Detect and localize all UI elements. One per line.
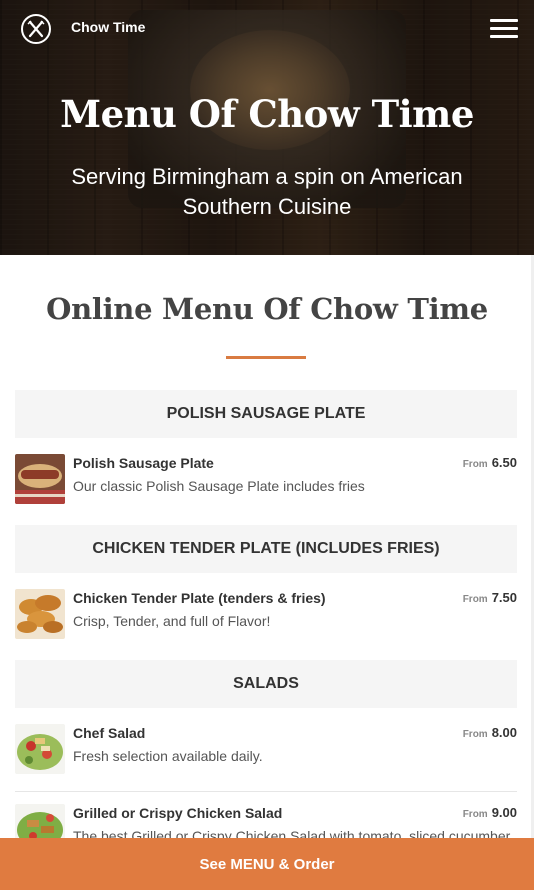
item-description: Our classic Polish Sausage Plate include… bbox=[73, 478, 365, 494]
accent-divider bbox=[226, 356, 306, 359]
category-header[interactable]: CHICKEN TENDER PLATE (INCLUDES FRIES) bbox=[15, 525, 517, 573]
hamburger-menu-icon[interactable] bbox=[490, 19, 518, 39]
price-from-label: From bbox=[462, 594, 488, 605]
item-thumbnail bbox=[15, 589, 65, 639]
item-name: Polish Sausage Plate bbox=[73, 455, 214, 471]
item-thumbnail bbox=[15, 724, 65, 774]
item-name: Chicken Tender Plate (tenders & fries) bbox=[73, 590, 326, 606]
price-value: 9.00 bbox=[491, 805, 517, 820]
hero-subtitle: Serving Birmingham a spin on American So… bbox=[71, 164, 463, 219]
item-name: Grilled or Crispy Chicken Salad bbox=[73, 805, 283, 821]
price-from-label: From bbox=[462, 729, 488, 740]
see-menu-order-button[interactable]: See MENU & Order bbox=[0, 838, 534, 890]
item-thumbnail bbox=[15, 454, 65, 504]
hero-title: Menu Of Chow Time bbox=[60, 92, 474, 136]
brand-name[interactable]: Chow Time bbox=[71, 19, 145, 35]
price-value: 8.00 bbox=[491, 725, 517, 740]
price-value: 6.50 bbox=[491, 455, 517, 470]
price-value: 7.50 bbox=[491, 590, 517, 605]
item-price: From 9.00 bbox=[463, 805, 517, 820]
item-separator bbox=[15, 791, 517, 792]
item-name: Chef Salad bbox=[73, 725, 146, 741]
menu-item[interactable]: Chef Salad Fresh selection available dai… bbox=[15, 724, 517, 774]
category-header[interactable]: POLISH SAUSAGE PLATE bbox=[15, 390, 517, 438]
item-price: From 7.50 bbox=[463, 590, 517, 605]
price-from-label: From bbox=[462, 809, 488, 820]
item-price: From 6.50 bbox=[463, 455, 517, 470]
section-title: Online Menu Of Chow Time bbox=[46, 292, 488, 326]
category-header[interactable]: SALADS bbox=[15, 660, 517, 708]
menu-item[interactable]: Chicken Tender Plate (tenders & fries) C… bbox=[15, 589, 517, 639]
item-description: Crisp, Tender, and full of Flavor! bbox=[73, 613, 271, 629]
hero-banner: Chow Time Menu Of Chow Time Serving Birm… bbox=[0, 0, 534, 255]
fork-knife-circle-icon[interactable] bbox=[20, 13, 52, 45]
item-price: From 8.00 bbox=[463, 725, 517, 740]
menu-item[interactable]: Polish Sausage Plate Our classic Polish … bbox=[15, 454, 517, 504]
item-description: Fresh selection available daily. bbox=[73, 748, 263, 764]
price-from-label: From bbox=[462, 459, 488, 470]
